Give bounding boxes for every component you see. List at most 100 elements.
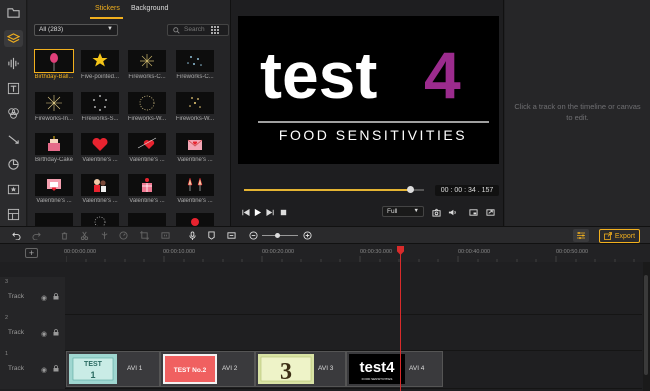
sticker-label: Birthday-Ball... bbox=[34, 74, 74, 80]
ruler-tick-label: 00:00:30.000 bbox=[360, 249, 393, 255]
sticker-valentines-couple[interactable] bbox=[81, 174, 119, 196]
chevron-down-icon: ▼ bbox=[413, 208, 419, 214]
pip-icon[interactable] bbox=[468, 207, 478, 217]
sticker-item[interactable] bbox=[35, 213, 73, 226]
clip-label: AVI 4 bbox=[409, 365, 425, 372]
timeline-zoom-slider[interactable] bbox=[262, 235, 298, 236]
sticker-fireworks[interactable] bbox=[128, 50, 166, 72]
search-placeholder: Search bbox=[184, 26, 205, 33]
sticker-label: Five-pointed... bbox=[80, 74, 120, 80]
video-clip[interactable]: 3 AVI 3 bbox=[255, 351, 346, 387]
snapshot-icon[interactable] bbox=[431, 207, 441, 217]
sticker-valentines-heart[interactable] bbox=[81, 133, 119, 155]
delete-icon[interactable] bbox=[59, 230, 70, 241]
sticker-valentines-arrow-heart[interactable] bbox=[128, 133, 166, 155]
play-icon[interactable] bbox=[252, 207, 262, 217]
stop-icon[interactable] bbox=[278, 207, 288, 217]
grid-view-icon[interactable] bbox=[210, 25, 220, 35]
speed-icon[interactable] bbox=[118, 230, 129, 241]
elements-icon[interactable] bbox=[4, 181, 23, 198]
freeze-frame-icon[interactable] bbox=[160, 230, 171, 241]
eye-icon[interactable]: ◉ bbox=[41, 366, 47, 374]
sticker-birthday-balloon[interactable] bbox=[34, 49, 74, 73]
video-clip[interactable]: TEST 1 AVI 1 bbox=[66, 351, 160, 387]
sticker-valentines-gift[interactable] bbox=[128, 174, 166, 196]
filter-value: All (283) bbox=[39, 26, 64, 33]
video-clip[interactable]: test4 FOOD SENSITIVITIES AVI 4 bbox=[346, 351, 443, 387]
sticker-valentines-card[interactable] bbox=[35, 174, 73, 196]
track-row[interactable]: 3 Track ◉ bbox=[0, 277, 642, 315]
ruler-tick-label: 00:00:20.000 bbox=[262, 249, 295, 255]
lock-icon[interactable] bbox=[53, 293, 59, 300]
sticker-valentines-glasses[interactable] bbox=[176, 174, 214, 196]
lock-icon[interactable] bbox=[53, 329, 59, 336]
category-filter-select[interactable]: All (283) ▼ bbox=[34, 24, 118, 36]
preview-zoom-select[interactable]: Full ▼ bbox=[382, 206, 424, 217]
video-clip[interactable]: TEST No.2 AVI 2 bbox=[160, 351, 255, 387]
sliders-icon bbox=[577, 232, 585, 239]
sticker-fireworks[interactable] bbox=[128, 92, 166, 114]
text-icon[interactable] bbox=[4, 80, 23, 97]
add-track-button[interactable]: + bbox=[25, 248, 38, 258]
volume-icon[interactable] bbox=[447, 207, 457, 217]
clip-thumb-text: 3 bbox=[280, 359, 292, 384]
zoom-out-icon[interactable] bbox=[248, 230, 259, 241]
microphone-icon[interactable] bbox=[187, 230, 198, 241]
track-number: 2 bbox=[5, 315, 9, 321]
skip-forward-icon[interactable] bbox=[265, 207, 275, 217]
stickers-icon[interactable] bbox=[4, 156, 23, 173]
sticker-fireworks[interactable] bbox=[81, 92, 119, 114]
undo-icon[interactable] bbox=[11, 230, 22, 241]
track-row[interactable]: 2 Track ◉ bbox=[0, 313, 642, 351]
subtitle-text: FOOD SENSITIVITIES bbox=[279, 127, 467, 143]
sticker-fireworks[interactable] bbox=[176, 50, 214, 72]
marker-icon[interactable] bbox=[206, 230, 217, 241]
playback-scrubber[interactable] bbox=[406, 186, 414, 193]
eye-icon[interactable]: ◉ bbox=[41, 330, 47, 338]
audio-waveform-icon[interactable] bbox=[4, 55, 23, 72]
sticker-five-pointed-star[interactable] bbox=[81, 50, 119, 72]
filters-icon[interactable] bbox=[4, 105, 23, 122]
clip-thumb-text: TEST No.2 bbox=[174, 367, 207, 374]
search-icon bbox=[173, 27, 180, 34]
crop-icon[interactable] bbox=[139, 230, 150, 241]
video-editor-app: Stickers Background All (283) ▼ Search B… bbox=[0, 0, 650, 391]
sticker-fireworks[interactable] bbox=[176, 92, 214, 114]
zoom-in-icon[interactable] bbox=[302, 230, 313, 241]
sticker-valentines-envelope[interactable] bbox=[176, 133, 214, 155]
cut-icon[interactable] bbox=[79, 230, 90, 241]
eye-icon[interactable]: ◉ bbox=[41, 294, 47, 302]
playhead-line[interactable] bbox=[400, 246, 401, 391]
sticker-item[interactable] bbox=[128, 213, 166, 226]
layers-icon[interactable] bbox=[4, 30, 23, 47]
playback-progress-fill bbox=[244, 189, 410, 191]
lock-icon[interactable] bbox=[53, 365, 59, 372]
transitions-icon[interactable] bbox=[4, 131, 23, 148]
sticker-label: Fireworks-C... bbox=[176, 74, 214, 80]
track-name: Track bbox=[8, 329, 25, 336]
timeline-settings-button[interactable] bbox=[573, 229, 589, 242]
title-text: test bbox=[260, 38, 377, 112]
tab-stickers[interactable]: Stickers bbox=[95, 5, 120, 12]
redo-icon[interactable] bbox=[31, 230, 42, 241]
templates-icon[interactable] bbox=[4, 206, 23, 223]
sticker-item[interactable] bbox=[81, 213, 119, 228]
subtitle-icon[interactable] bbox=[226, 230, 237, 241]
timeline-ruler[interactable]: + 00:00:00.000 00:00:10.000 00:00:20.000… bbox=[0, 244, 650, 262]
fullscreen-icon[interactable] bbox=[485, 207, 495, 217]
sticker-fireworks[interactable] bbox=[35, 92, 73, 114]
timeline-zoom-knob[interactable] bbox=[275, 233, 280, 238]
split-icon[interactable] bbox=[99, 230, 110, 241]
export-button[interactable]: Export bbox=[599, 229, 640, 243]
timeline-scrollbar-thumb[interactable] bbox=[644, 275, 648, 375]
sticker-birthday-cake[interactable] bbox=[35, 133, 73, 155]
timeline-tracks: 3 Track ◉ 2 Track ◉ 1 Track ◉ TEST 1 AVI… bbox=[0, 262, 650, 391]
ruler-tick-label: 00:00:00.000 bbox=[64, 249, 97, 255]
folder-icon[interactable] bbox=[4, 4, 23, 21]
sticker-label: Valentine's ... bbox=[36, 198, 72, 204]
video-canvas[interactable]: test 4 FOOD SENSITIVITIES bbox=[238, 16, 499, 164]
skip-back-icon[interactable] bbox=[240, 207, 250, 217]
tab-background[interactable]: Background bbox=[131, 5, 168, 12]
track-header: 2 Track ◉ bbox=[0, 313, 65, 351]
sticker-item[interactable] bbox=[176, 213, 214, 226]
